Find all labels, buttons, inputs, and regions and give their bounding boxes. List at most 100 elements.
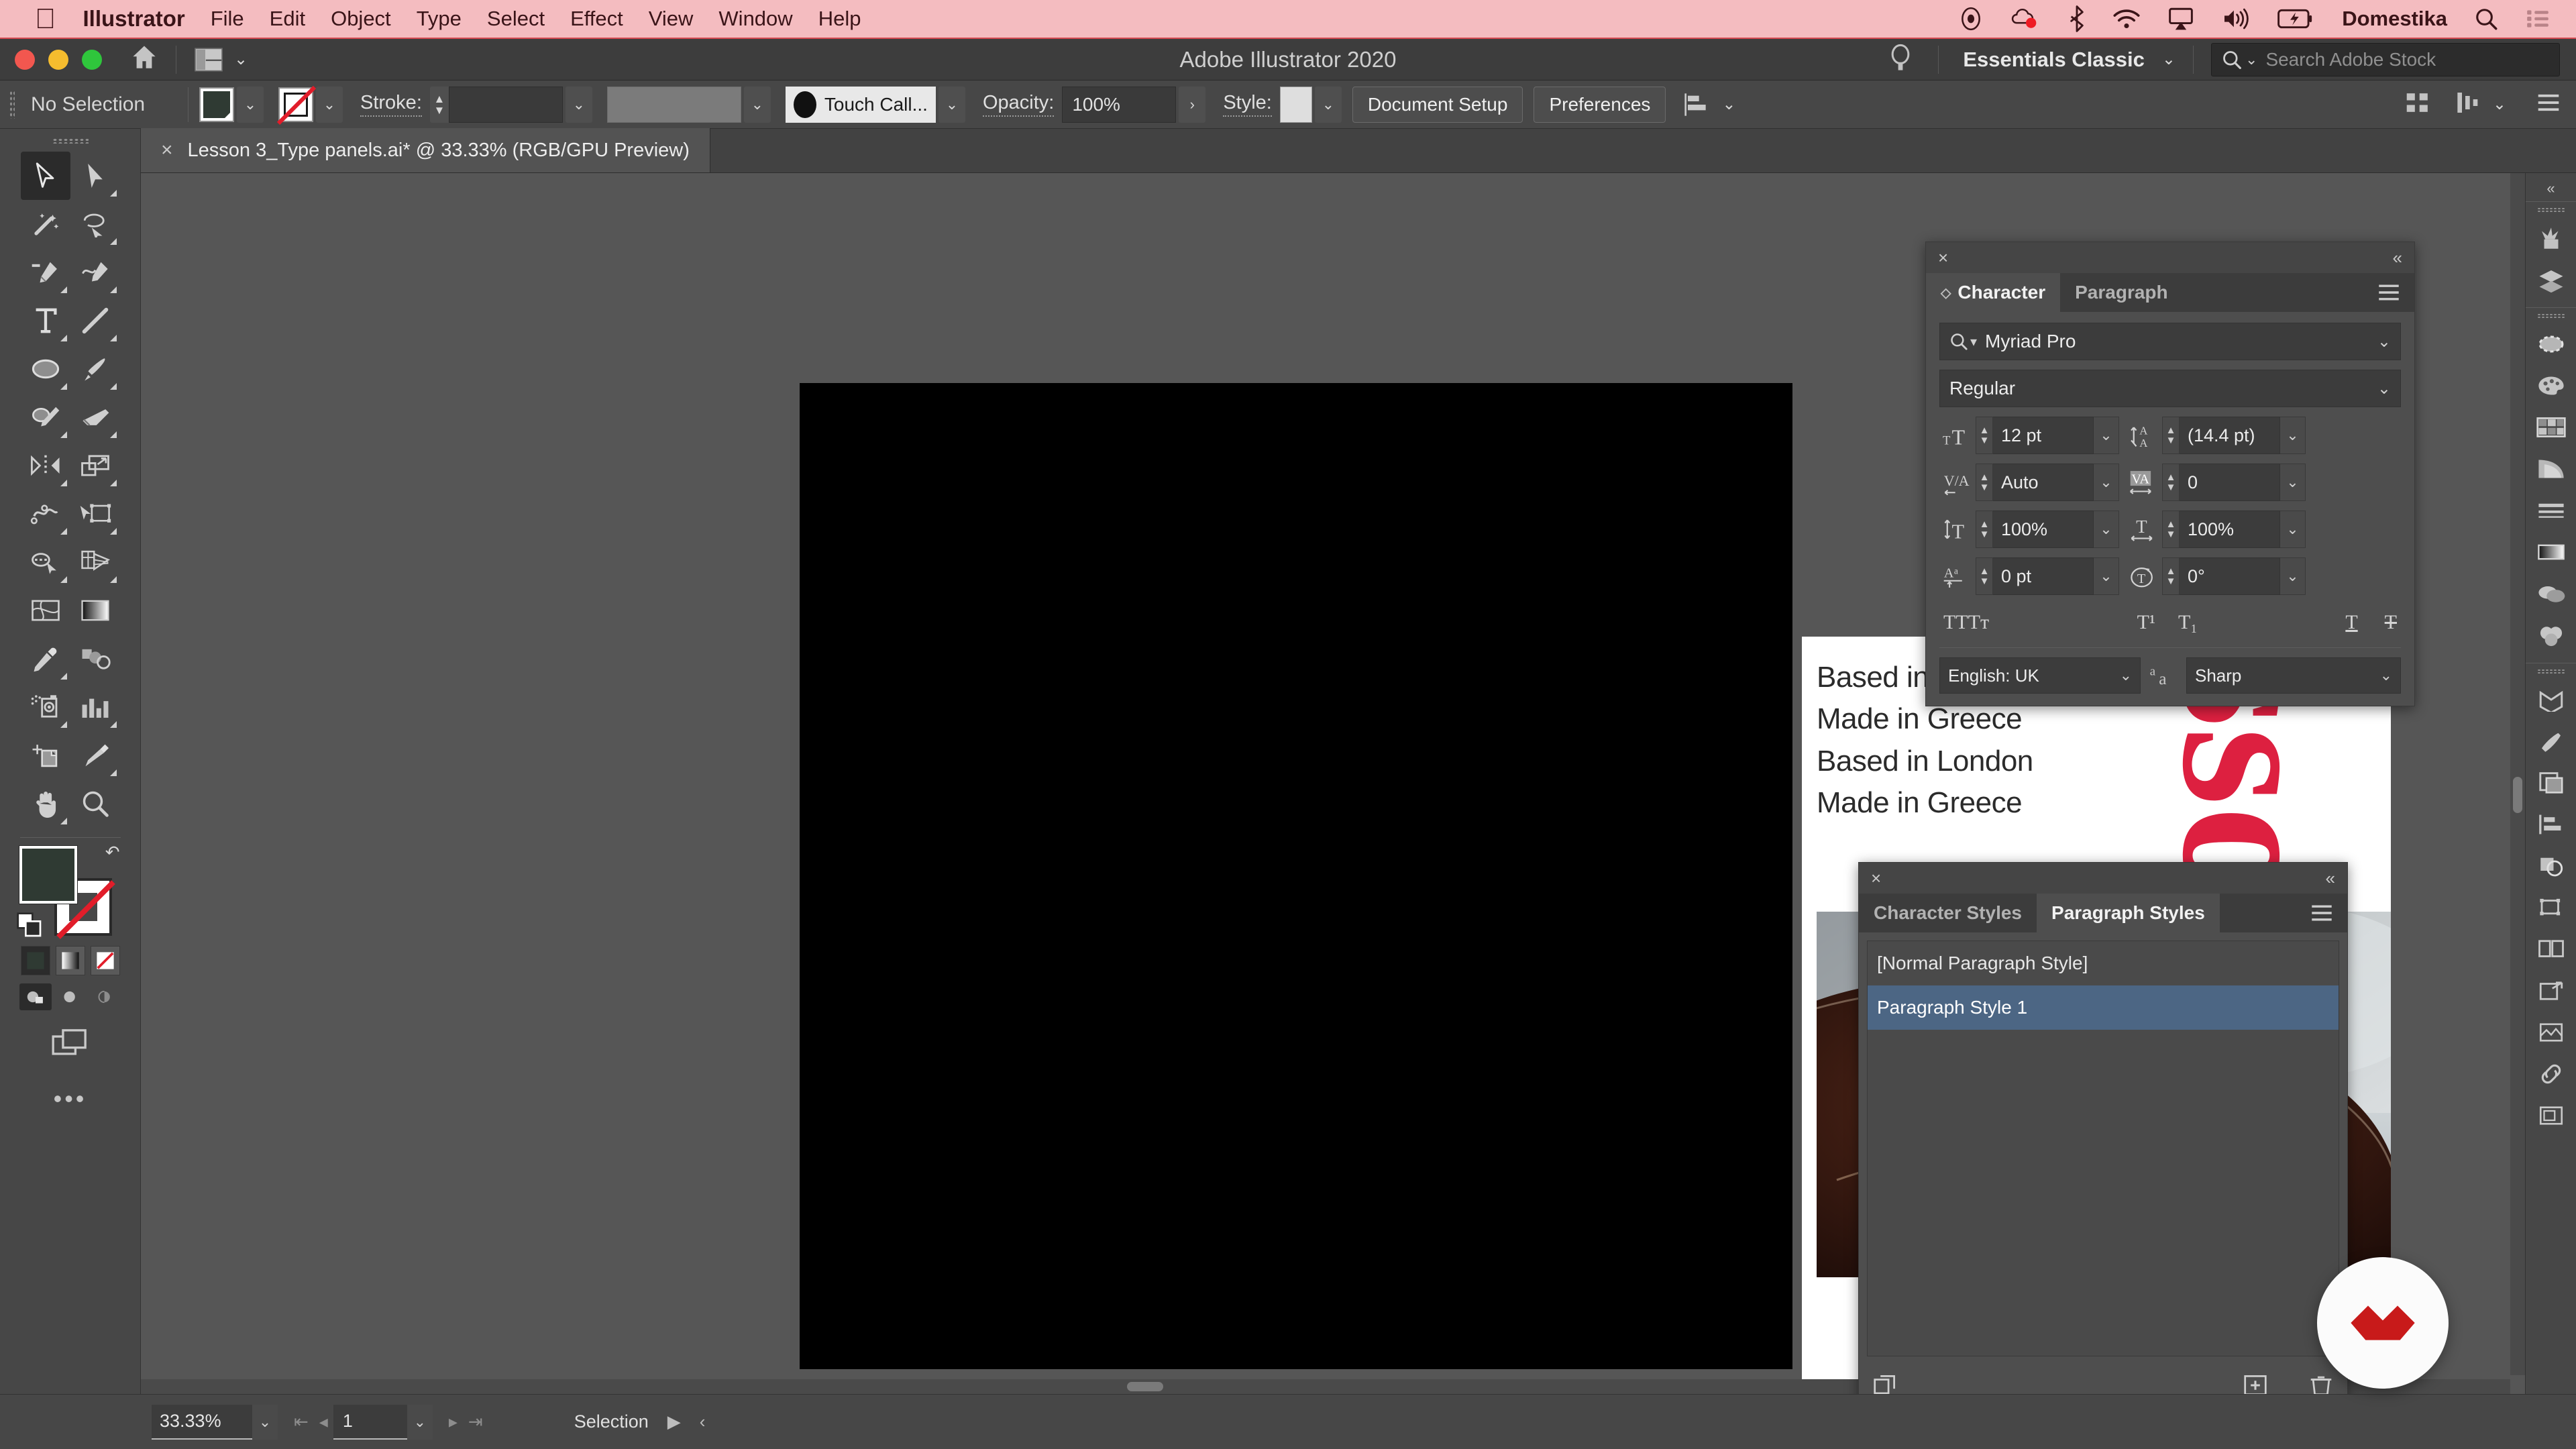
last-artboard-icon[interactable]: ⇥: [468, 1411, 483, 1432]
baseline-shift-value[interactable]: 0 pt: [1993, 557, 2094, 595]
menu-object[interactable]: Object: [331, 7, 391, 31]
swatches-icon[interactable]: [2529, 407, 2573, 448]
menu-help[interactable]: Help: [818, 7, 861, 31]
cloud-sync-icon[interactable]: [2010, 6, 2041, 32]
align-caret[interactable]: ⌄: [1722, 95, 1735, 114]
subscript-icon[interactable]: T₁: [2178, 611, 2198, 634]
status-play-icon[interactable]: ▶: [667, 1411, 681, 1432]
transparency-icon[interactable]: [2529, 573, 2573, 614]
horizontal-scroll-thumb[interactable]: [1127, 1382, 1163, 1391]
stroke-weight-stepper[interactable]: ▲ ▼: [429, 86, 449, 123]
close-icon[interactable]: ×: [1871, 868, 1881, 889]
menubar-user[interactable]: Domestika: [2342, 7, 2447, 31]
tracking-caret[interactable]: ⌄: [2280, 464, 2306, 501]
magic-wand-tool[interactable]: [21, 200, 70, 248]
vertical-scale-value[interactable]: 100%: [1993, 511, 2094, 548]
symbol-sprayer-tool[interactable]: [21, 683, 70, 731]
status-chevron-icon[interactable]: ‹: [700, 1411, 706, 1432]
baseline-shift-field[interactable]: Aa ▲ ▼ 0 pt ⌄: [1939, 557, 2119, 595]
eraser-tool[interactable]: [70, 393, 120, 441]
grid-view-icon[interactable]: [2404, 90, 2432, 119]
artboard-number-field[interactable]: 1: [333, 1404, 407, 1440]
leading-field[interactable]: AA ▲ ▼ (14.4 pt) ⌄: [2126, 417, 2306, 454]
next-artboard-icon[interactable]: ▸: [449, 1411, 458, 1432]
align-panel-icon[interactable]: [2529, 804, 2573, 845]
baseline-shift-caret[interactable]: ⌄: [2094, 557, 2119, 595]
tab-character-styles[interactable]: Character Styles: [1859, 894, 2037, 932]
collapse-panel-icon[interactable]: «: [2326, 868, 2335, 889]
canvas-vertical-scrollbar[interactable]: [2510, 173, 2525, 1375]
document-tab[interactable]: × Lesson 3_Type panels.ai* @ 33.33% (RGB…: [141, 128, 710, 172]
leading-stepper[interactable]: ▲ ▼: [2162, 417, 2180, 454]
bluetooth-icon[interactable]: [2068, 5, 2086, 32]
artboard-tool[interactable]: [21, 731, 70, 780]
swap-fill-stroke-icon[interactable]: ↶: [105, 842, 120, 863]
font-style-select[interactable]: Regular ⌄: [1939, 370, 2401, 407]
menubar-app-name[interactable]: Illustrator: [83, 6, 185, 32]
volume-icon[interactable]: [2221, 7, 2251, 30]
menu-effect[interactable]: Effect: [570, 7, 623, 31]
stroke-dropdown[interactable]: ⌄: [316, 86, 343, 123]
menu-select[interactable]: Select: [487, 7, 545, 31]
font-family-caret[interactable]: ⌄: [2377, 332, 2391, 352]
control-center-icon[interactable]: [2525, 7, 2551, 30]
first-artboard-icon[interactable]: ⇤: [294, 1411, 309, 1432]
panel-menu-icon[interactable]: [2536, 91, 2561, 117]
ellipse-tool[interactable]: [21, 345, 70, 393]
more-tools-button[interactable]: •••: [54, 1085, 87, 1113]
leading-value[interactable]: (14.4 pt): [2180, 417, 2280, 454]
mesh-tool[interactable]: [21, 586, 70, 635]
color-guide-icon[interactable]: [2529, 448, 2573, 490]
menu-window[interactable]: Window: [718, 7, 792, 31]
distribute-caret[interactable]: ⌄: [2493, 95, 2506, 114]
close-tab-icon[interactable]: ×: [161, 139, 173, 162]
font-size-caret[interactable]: ⌄: [2094, 417, 2119, 454]
control-bar-grip[interactable]: [9, 90, 15, 119]
horizontal-scale-value[interactable]: 100%: [2180, 511, 2280, 548]
eyedropper-tool[interactable]: [21, 635, 70, 683]
gradient-mode-button[interactable]: [55, 946, 85, 975]
opacity-field[interactable]: 100%: [1062, 86, 1177, 123]
tab-paragraph[interactable]: Paragraph: [2060, 273, 2183, 312]
font-family-select[interactable]: ▾ Myriad Pro ⌄: [1939, 323, 2401, 360]
align-icon[interactable]: [1684, 92, 1711, 117]
perspective-grid-tool[interactable]: [70, 538, 120, 586]
paintbrush-tool[interactable]: [70, 345, 120, 393]
slice-tool[interactable]: [70, 731, 120, 780]
stroke-panel-icon[interactable]: [2529, 490, 2573, 531]
wifi-icon[interactable]: [2112, 7, 2141, 30]
search-icon[interactable]: [2474, 7, 2498, 31]
chevron-down-icon[interactable]: ⌄: [2162, 50, 2176, 69]
horizontal-scale-field[interactable]: T ▲ ▼ 100% ⌄: [2126, 511, 2306, 548]
appearance-icon[interactable]: [2529, 614, 2573, 656]
zoom-tool[interactable]: [70, 780, 120, 828]
selection-tool[interactable]: [20, 152, 70, 200]
artboard-number-caret[interactable]: ⌄: [407, 1404, 433, 1440]
superscript-icon[interactable]: T¹: [2137, 611, 2155, 634]
panel-menu-icon[interactable]: [2363, 273, 2414, 312]
selection-panel-icon[interactable]: [2529, 323, 2573, 365]
collapse-panel-icon[interactable]: «: [2393, 248, 2402, 268]
all-caps-icon[interactable]: TT: [1943, 611, 1968, 634]
workspace-selector[interactable]: Essentials Classic: [1963, 48, 2145, 72]
search-caret[interactable]: ⌄: [2245, 51, 2257, 68]
stroke-swatch[interactable]: [276, 85, 317, 125]
font-style-caret[interactable]: ⌄: [2377, 379, 2391, 398]
width-tool[interactable]: [21, 490, 70, 538]
previous-artboard-icon[interactable]: ◂: [319, 1411, 328, 1432]
stroke-weight-dropdown[interactable]: ⌄: [565, 86, 592, 123]
underline-icon[interactable]: T: [2345, 611, 2357, 634]
image-trace-icon[interactable]: [2529, 1012, 2573, 1053]
none-mode-button[interactable]: [90, 946, 120, 975]
character-rotation-value[interactable]: 0°: [2180, 557, 2280, 595]
curvature-tool[interactable]: [70, 248, 120, 297]
document-setup-button[interactable]: Document Setup: [1352, 86, 1523, 123]
direct-selection-tool[interactable]: [70, 152, 120, 200]
tracking-field[interactable]: VA ▲ ▼ 0 ⌄: [2126, 464, 2306, 501]
tracking-value[interactable]: 0: [2180, 464, 2280, 501]
strikethrough-icon[interactable]: T: [2385, 611, 2397, 634]
character-rotation-field[interactable]: T ▲ ▼ 0° ⌄: [2126, 557, 2306, 595]
horizontal-scale-caret[interactable]: ⌄: [2280, 511, 2306, 548]
layers-icon[interactable]: [2529, 259, 2573, 301]
menu-view[interactable]: View: [649, 7, 694, 31]
